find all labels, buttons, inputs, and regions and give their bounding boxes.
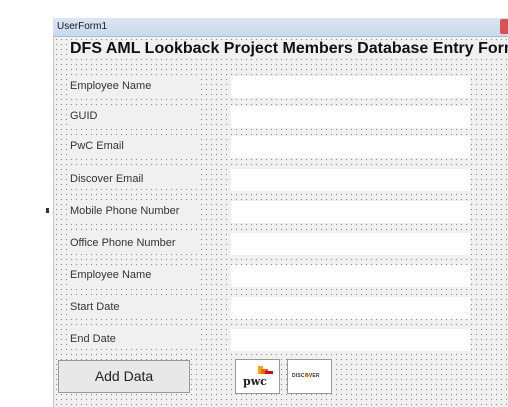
label-end-date: End Date: [70, 329, 198, 349]
close-icon[interactable]: [500, 19, 508, 34]
discover-dot-icon: [305, 373, 309, 378]
window-edge-marker: [46, 208, 49, 213]
discover-email-input[interactable]: [231, 169, 470, 191]
discover-logo-button[interactable]: DISCOVER: [287, 359, 332, 394]
end-date-input[interactable]: [231, 329, 470, 351]
add-data-button[interactable]: Add Data: [58, 360, 190, 393]
label-office-phone: Office Phone Number: [70, 233, 198, 253]
label-mobile-phone: Mobile Phone Number: [70, 201, 198, 221]
window-titlebar[interactable]: UserForm1: [53, 18, 508, 37]
employee-name-2-input[interactable]: [231, 265, 470, 287]
userform: DFS AML Lookback Project Members Databas…: [53, 37, 508, 407]
office-phone-input[interactable]: [231, 233, 470, 255]
label-pwc-email: PwC Email: [70, 136, 198, 156]
form-heading: DFS AML Lookback Project Members Databas…: [70, 40, 508, 58]
pwc-logo-text: pwc: [243, 375, 267, 388]
label-employee-name-2: Employee Name: [70, 265, 198, 285]
pwc-logo-button[interactable]: pwc: [235, 359, 280, 394]
pwc-email-input[interactable]: [231, 136, 470, 158]
employee-name-input[interactable]: [231, 76, 470, 98]
window-title: UserForm1: [57, 21, 108, 32]
mobile-phone-input[interactable]: [231, 201, 470, 223]
guid-input[interactable]: [231, 106, 470, 128]
label-guid: GUID: [70, 106, 198, 126]
start-date-input[interactable]: [231, 297, 470, 319]
label-employee-name: Employee Name: [70, 76, 198, 96]
label-start-date: Start Date: [70, 297, 198, 317]
label-discover-email: Discover Email: [70, 169, 198, 189]
